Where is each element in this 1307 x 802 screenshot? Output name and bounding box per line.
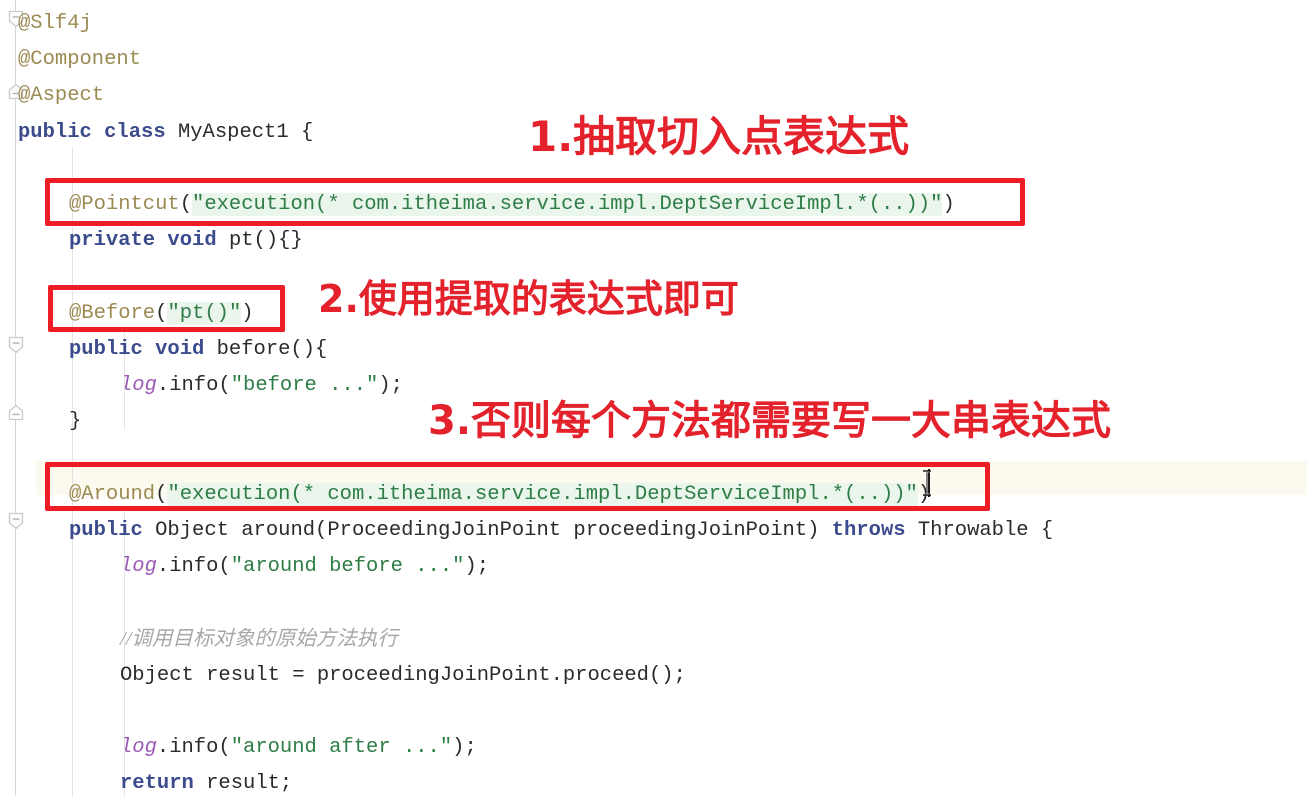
code-token-anno: @Pointcut [69, 193, 180, 216]
code-token-plain: } [69, 410, 82, 434]
callout-1: 1.抽取切入点表达式 [528, 112, 910, 161]
code-editor-pane[interactable]: @Slf4j @Component @Aspect public class MyAs… [0, 0, 1307, 796]
code-token-anno: @Slf4j [18, 12, 92, 35]
code-line[interactable]: private void pt(){} [69, 223, 303, 259]
code-token-plain: ); [452, 736, 477, 759]
code-token-str: "execution(* com.itheima.service.impl.De… [192, 193, 943, 216]
code-token-plain: .info( [156, 736, 231, 759]
code-line[interactable]: public class MyAspect1 { [18, 115, 313, 151]
code-line[interactable]: @Pointcut("execution(* com.itheima.servi… [69, 187, 955, 223]
code-token-kw: public [69, 518, 156, 542]
code-token-field: log [120, 374, 157, 397]
code-line[interactable]: Object result = proceedingJoinPoint.proc… [120, 658, 686, 694]
code-line[interactable]: } [69, 404, 81, 440]
code-token-str: "around after ..." [230, 736, 453, 759]
code-token-punct: ( [179, 193, 193, 216]
code-token-plain: Object around(ProceedingJoinPoint procee… [155, 518, 832, 542]
code-line[interactable]: @Slf4j [18, 6, 92, 42]
code-token-plain: ); [378, 374, 403, 397]
code-token-plain: .info( [156, 374, 231, 397]
code-line[interactable]: public Object around(ProceedingJoinPoint… [69, 513, 1053, 549]
code-token-punct: ) [942, 193, 955, 216]
code-token-anno: @Component [18, 48, 142, 72]
code-token-punct: ) [241, 301, 254, 325]
code-token-punct: ( [155, 482, 168, 506]
code-line[interactable]: @Component [18, 42, 141, 78]
text-caret [928, 469, 930, 497]
code-token-plain: MyAspect1 { [177, 120, 314, 144]
code-line[interactable]: log.info("around before ..."); [120, 549, 489, 585]
code-token-str: "pt()" [167, 301, 242, 325]
code-token-plain: before(){ [216, 337, 328, 361]
callout-2: 2.使用提取的表达式即可 [318, 277, 739, 321]
code-token-str: "around before ..." [230, 555, 465, 578]
code-token-anno: @Before [69, 301, 156, 325]
code-line[interactable]: public void before(){ [69, 332, 327, 368]
code-line[interactable]: log.info("around after ..."); [120, 730, 477, 766]
code-token-plain: Object result = proceedingJoinPoint.proc… [120, 663, 686, 687]
code-token-str: "before ..." [230, 374, 379, 397]
code-token-anno: @Around [69, 482, 156, 506]
code-token-str: "execution(* com.itheima.service.impl.De… [167, 482, 918, 506]
code-line[interactable]: //调用目标对象的原始方法执行 [120, 621, 398, 657]
code-line[interactable]: @Before("pt()") [69, 296, 254, 332]
code-token-comment: //调用目标对象的原始方法执行 [120, 628, 398, 651]
callout-3: 3.否则每个方法都需要写一大串表达式 [428, 398, 1112, 444]
code-token-plain: .info( [156, 555, 231, 578]
code-token-kw: throws [831, 518, 918, 542]
code-token-field: log [120, 555, 157, 578]
code-token-kw: public class [18, 120, 178, 144]
code-token-field: log [120, 736, 157, 759]
code-token-kw: private void [69, 229, 229, 253]
code-token-plain: result; [206, 772, 293, 796]
code-token-punct: ( [155, 301, 168, 325]
code-line[interactable]: @Aspect [18, 78, 104, 114]
code-token-kw: public void [69, 337, 217, 361]
code-token-plain: Throwable { [917, 518, 1054, 542]
code-line[interactable]: log.info("before ..."); [120, 368, 403, 404]
code-token-plain: ); [464, 555, 490, 578]
code-line[interactable]: return result; [120, 766, 292, 802]
code-token-kw: return [120, 772, 207, 796]
code-line[interactable]: @Around("execution(* com.itheima.service… [69, 477, 930, 513]
code-token-plain: pt(){} [228, 229, 303, 253]
code-token-anno: @Aspect [18, 84, 105, 108]
